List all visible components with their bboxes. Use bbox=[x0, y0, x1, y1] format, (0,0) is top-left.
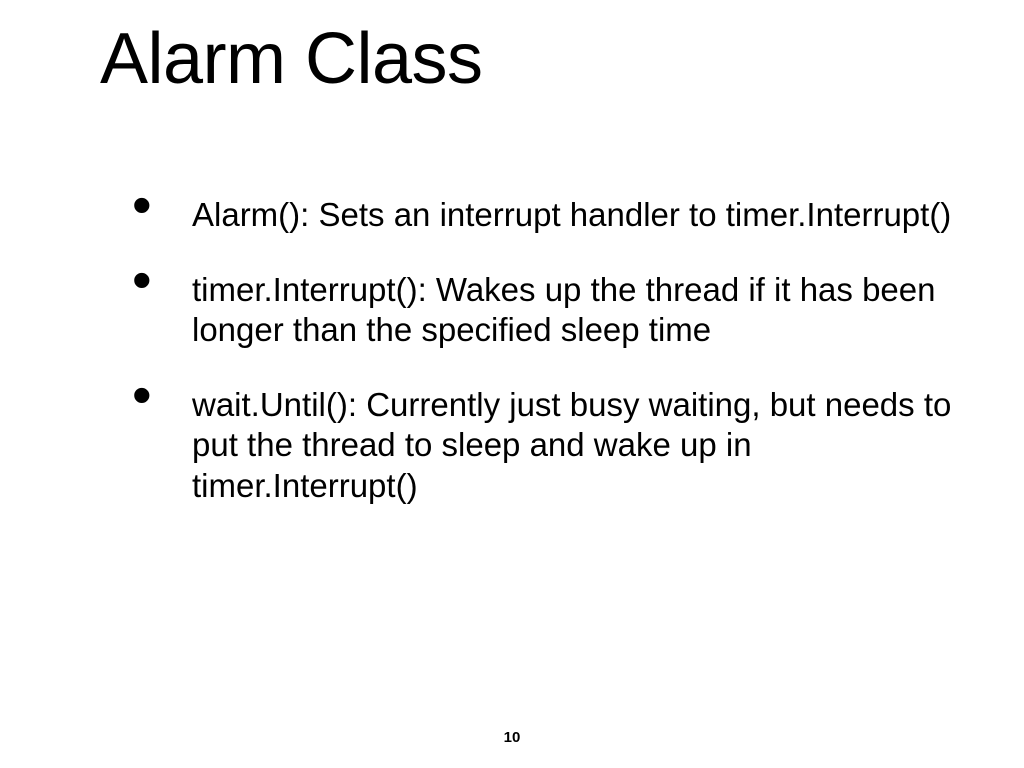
bullet-lead: Alarm() bbox=[192, 196, 300, 233]
slide: Alarm Class Alarm(): Sets an interrupt h… bbox=[0, 0, 1024, 768]
page-number: 10 bbox=[0, 729, 1024, 746]
bullet-lead: wait.Until() bbox=[192, 386, 348, 423]
bullet-list: Alarm(): Sets an interrupt handler to ti… bbox=[160, 195, 964, 540]
list-item: timer.Interrupt(): Wakes up the thread i… bbox=[160, 270, 964, 351]
list-item: wait.Until(): Currently just busy waitin… bbox=[160, 385, 964, 507]
list-item: Alarm(): Sets an interrupt handler to ti… bbox=[160, 195, 964, 236]
slide-title: Alarm Class bbox=[100, 18, 483, 100]
bullet-text: : Sets an interrupt handler to timer.Int… bbox=[300, 196, 951, 233]
bullet-lead: timer.Interrupt() bbox=[192, 271, 418, 308]
